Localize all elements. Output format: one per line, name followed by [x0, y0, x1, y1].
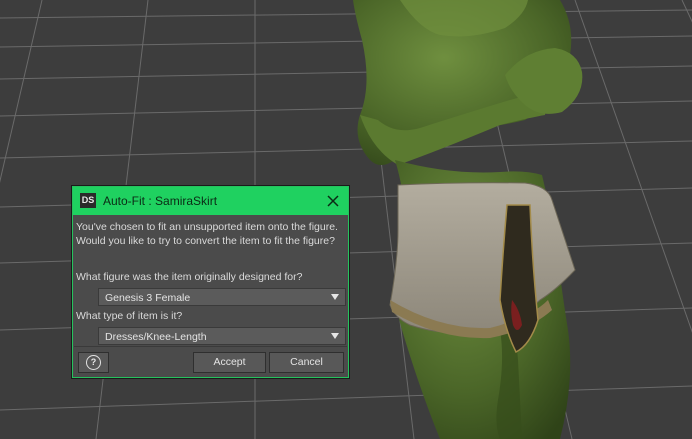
dialog-title: Auto-Fit : SamiraSkirt	[103, 194, 218, 208]
item-type-question-label: What type of item is it?	[76, 310, 183, 322]
button-divider	[74, 346, 347, 347]
figure-select[interactable]: Genesis 3 Female	[98, 288, 346, 306]
accept-button[interactable]: Accept	[193, 352, 266, 373]
help-icon: ?	[86, 355, 101, 370]
figure-question-label: What figure was the item originally desi…	[76, 271, 303, 283]
message-line-1: You've chosen to fit an unsupported item…	[76, 221, 338, 233]
dialog-titlebar[interactable]: DS Auto-Fit : SamiraSkirt	[73, 187, 348, 215]
help-button[interactable]: ?	[78, 352, 109, 373]
auto-fit-dialog: DS Auto-Fit : SamiraSkirt You've chosen …	[72, 186, 349, 378]
item-type-select-value: Dresses/Knee-Length	[105, 331, 207, 343]
figure-select-value: Genesis 3 Female	[105, 292, 191, 304]
daz-studio-logo: DS	[80, 193, 96, 208]
close-button[interactable]	[323, 191, 343, 211]
message-line-2: Would you like to try to convert the ite…	[76, 235, 335, 247]
chevron-down-icon	[331, 294, 339, 300]
item-type-select[interactable]: Dresses/Knee-Length	[98, 327, 346, 345]
close-icon	[327, 195, 339, 207]
cancel-button[interactable]: Cancel	[269, 352, 344, 373]
chevron-down-icon	[331, 333, 339, 339]
